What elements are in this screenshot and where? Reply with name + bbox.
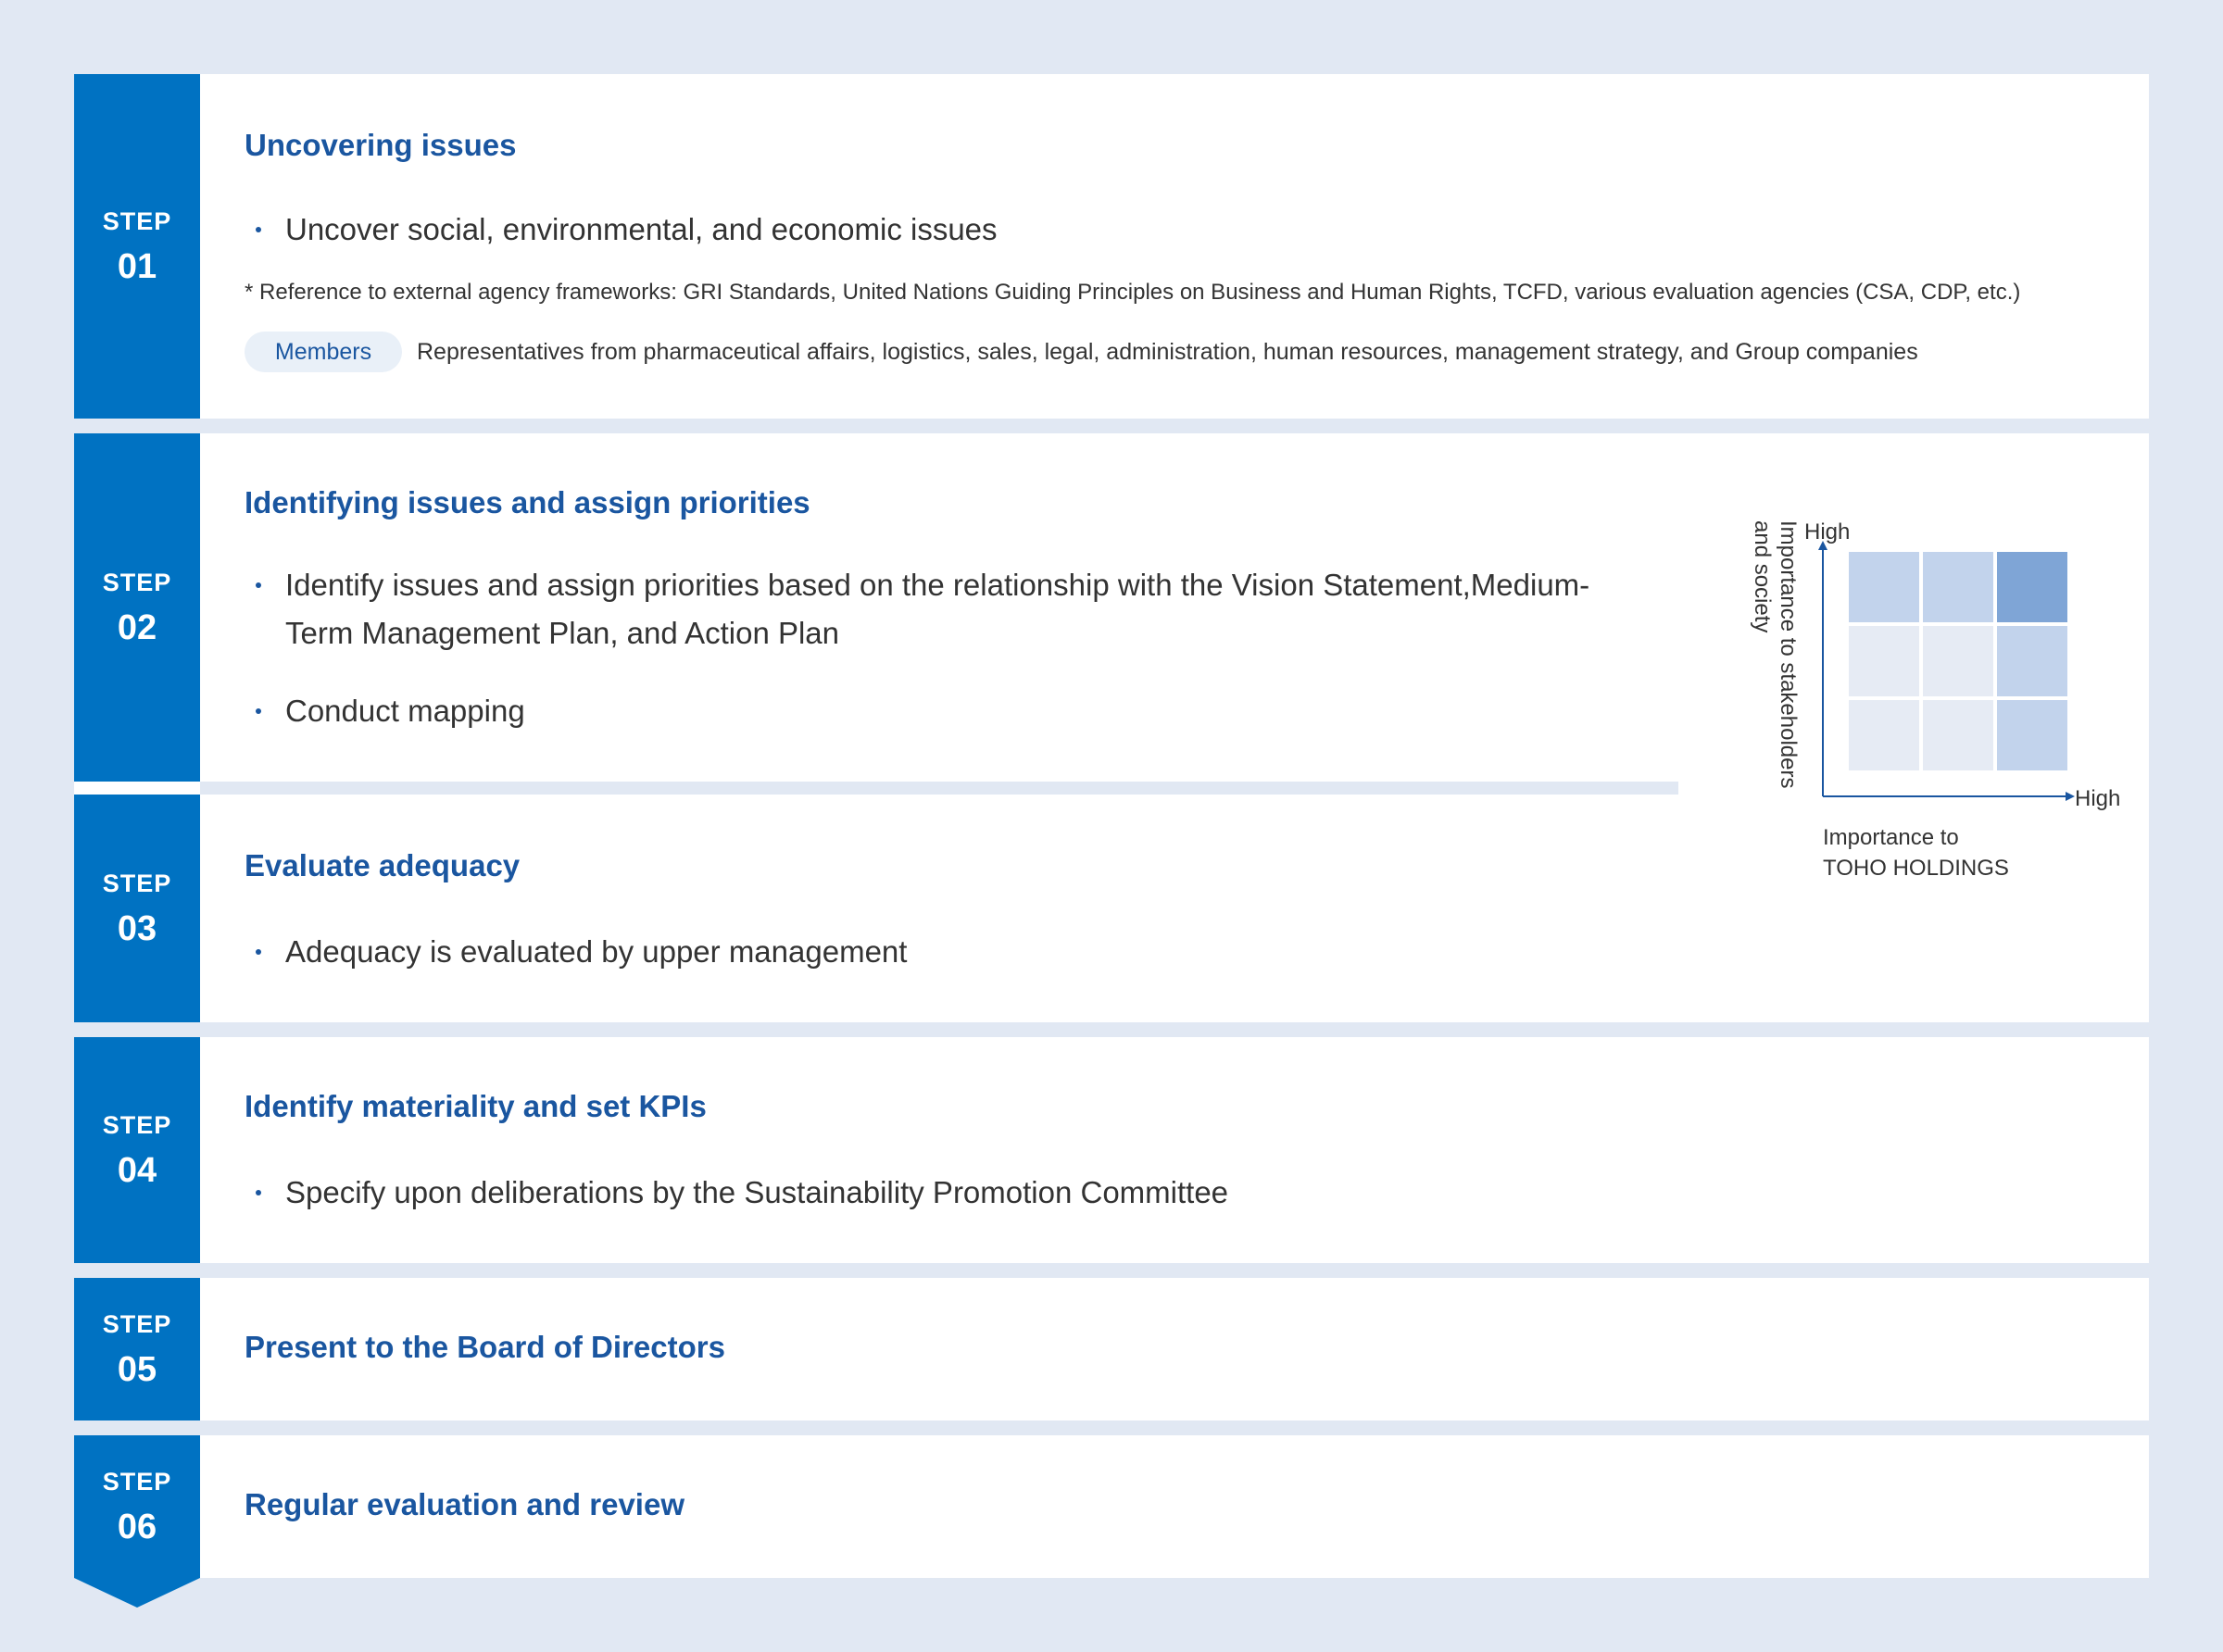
step-number: 02: [117, 607, 157, 647]
y-axis: [1818, 541, 1827, 796]
matrix-cell: [1997, 700, 2067, 770]
step-title: Present to the Board of Directors: [245, 1330, 725, 1364]
step-label: STEP: [102, 206, 172, 235]
matrix-cells: [1849, 552, 2067, 770]
matrix-cell: [1997, 552, 2067, 622]
bullet-item: Adequacy is evaluated by upper managemen…: [245, 928, 907, 976]
step-05-row: STEP 05 Present to the Board of Director…: [74, 1278, 2149, 1420]
step-number: 05: [117, 1349, 157, 1389]
matrix-cell: [1923, 700, 1993, 770]
step-title: Uncovering issues: [245, 128, 517, 162]
matrix-cell: [1849, 552, 1919, 622]
x-axis-label-line2: TOHO HOLDINGS: [1823, 856, 2009, 881]
materiality-matrix: High High Importance to stakeholders and…: [1723, 511, 2149, 900]
y-axis-label-line2: and society: [1750, 520, 1775, 632]
step-title: Identify materiality and set KPIs: [245, 1089, 707, 1123]
bullet-item: Conduct mapping: [245, 687, 525, 735]
bullet-item: Uncover social, environmental, and econo…: [245, 206, 998, 254]
step-06-row: STEP 06 Regular evaluation and review: [74, 1435, 2149, 1578]
step-label: STEP: [102, 869, 172, 897]
matrix-cell: [1997, 626, 2067, 696]
x-high-label: High: [2075, 786, 2120, 811]
step-number: 06: [117, 1507, 157, 1546]
step-01-badge: STEP 01: [74, 74, 200, 419]
flow-arrow-tip: [74, 1578, 200, 1608]
step-number: 04: [117, 1150, 157, 1190]
step-label: STEP: [102, 1467, 172, 1496]
step-03-badge: STEP 03: [74, 795, 200, 1022]
matrix-svg: High High Importance to stakeholders and…: [1750, 519, 2120, 881]
bullet-item: Specify upon deliberations by the Sustai…: [245, 1169, 1228, 1217]
x-axis: [1823, 792, 2075, 801]
matrix-cell: [1923, 626, 1993, 696]
matrix-cell: [1849, 626, 1919, 696]
step-number: 03: [117, 908, 157, 948]
members-badge: Members: [245, 332, 402, 372]
step-title: Evaluate adequacy: [245, 848, 521, 882]
step-label: STEP: [102, 1309, 172, 1338]
matrix-cell: [1849, 700, 1919, 770]
x-axis-label-line1: Importance to: [1823, 825, 1959, 850]
step-05-badge: STEP 05: [74, 1278, 200, 1420]
x-axis-arrowhead: [2066, 792, 2075, 801]
step-label: STEP: [102, 568, 172, 596]
matrix-cell: [1923, 552, 1993, 622]
step-title: Identifying issues and assign priorities: [245, 485, 810, 519]
step-label: STEP: [102, 1110, 172, 1139]
y-axis-label-line1: Importance to stakeholders: [1776, 520, 1801, 789]
y-high-label: High: [1804, 519, 1850, 544]
step-04-badge: STEP 04: [74, 1037, 200, 1263]
step-04-row: STEP 04 Identify materiality and set KPI…: [74, 1037, 2149, 1263]
step-01-row: STEP 01 Uncovering issues Uncover social…: [74, 74, 2149, 419]
step-06-badge: STEP 06: [74, 1435, 200, 1578]
bullet-item: Identify issues and assign priorities ba…: [245, 561, 1628, 657]
step-divider: [200, 782, 1678, 795]
step-number: 01: [117, 246, 157, 286]
step-02-badge: STEP 02: [74, 433, 200, 782]
members-description: Representatives from pharmaceutical affa…: [417, 339, 1918, 365]
step-title: Regular evaluation and review: [245, 1487, 684, 1521]
reference-note: * Reference to external agency framework…: [245, 280, 2021, 305]
